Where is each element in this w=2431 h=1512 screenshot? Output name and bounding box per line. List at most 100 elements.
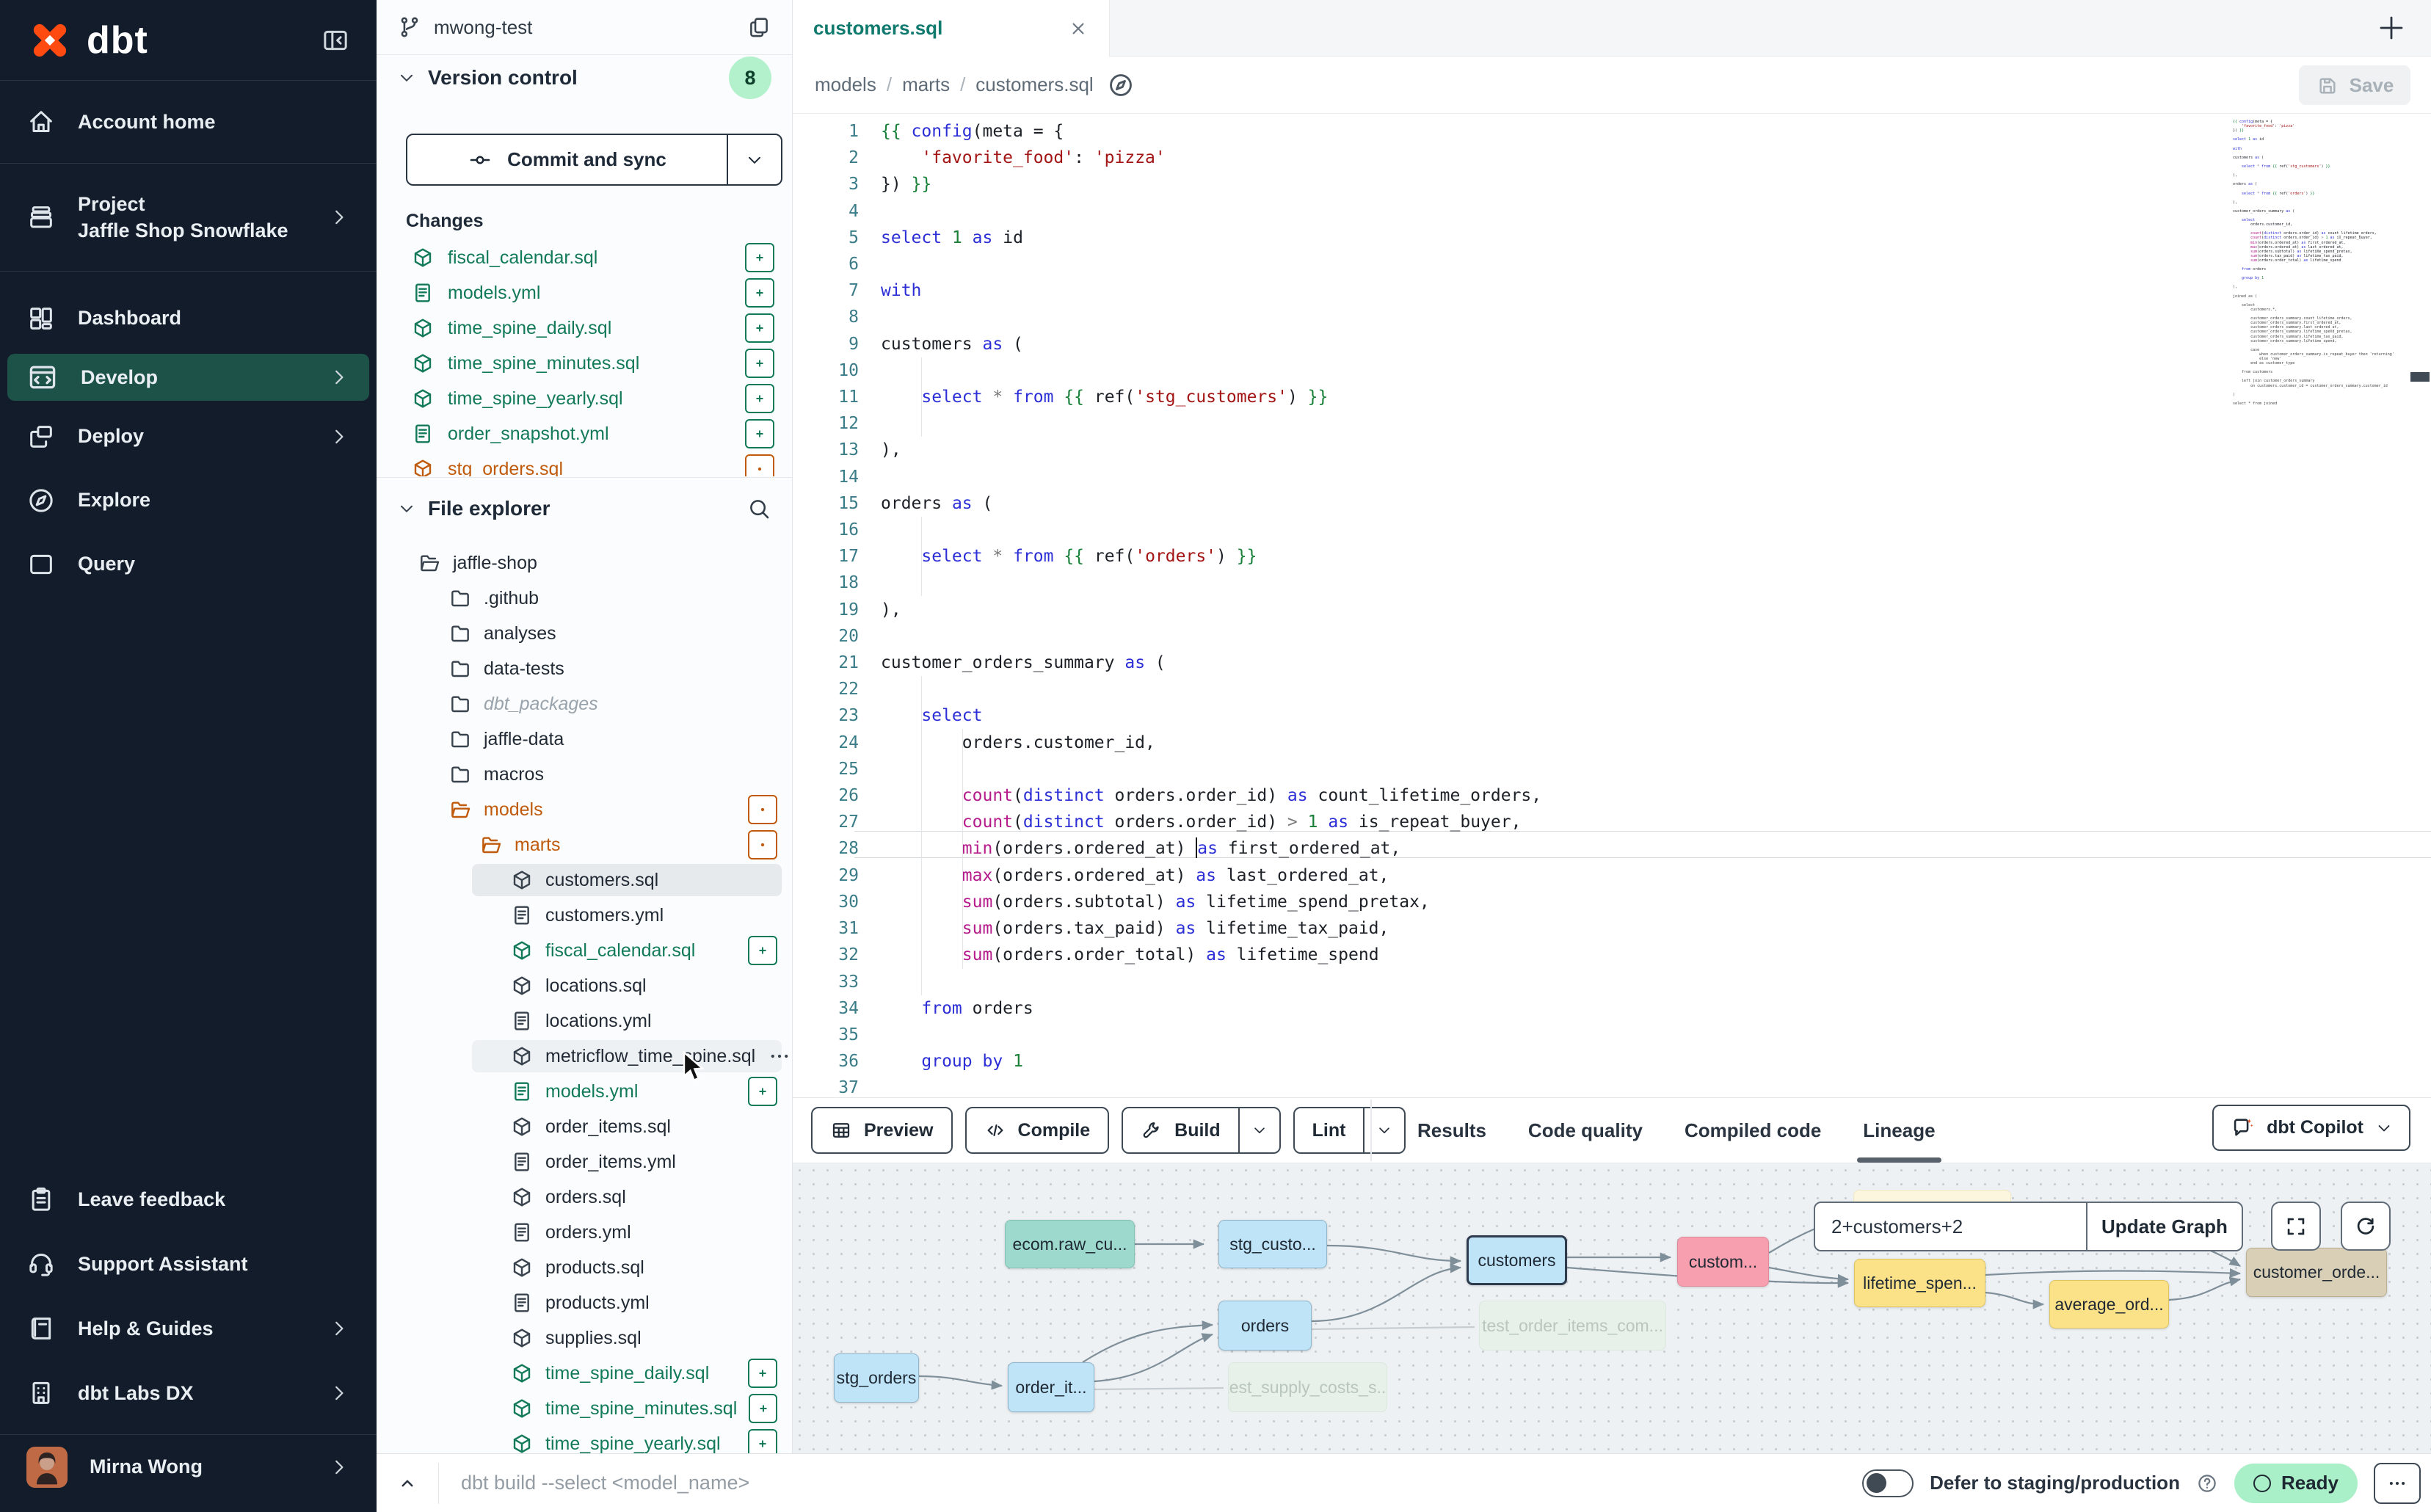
staged-dot-button[interactable] [745, 454, 774, 476]
tree-item-analyses[interactable]: analyses [377, 616, 792, 651]
stage-file-button[interactable] [745, 278, 774, 308]
collapse-file-explorer[interactable] [397, 499, 416, 518]
tree-item-order-items-yml[interactable]: order_items.yml [377, 1144, 792, 1180]
sidebar-item-leave-feedback[interactable]: Leave feedback [0, 1167, 377, 1232]
code-editor[interactable]: 1234567891011121314151617181920212223242… [793, 114, 2431, 1097]
sidebar-item-develop[interactable]: Develop [7, 354, 369, 401]
expand-command-bar-icon[interactable] [377, 1472, 438, 1494]
lineage-node-custom[interactable]: custom... [1677, 1237, 1769, 1287]
lint-dropdown[interactable] [1363, 1108, 1404, 1152]
tab-results[interactable]: Results [1417, 1098, 1486, 1163]
compass-icon[interactable] [1107, 71, 1135, 99]
change-item-fiscal-calendar-sql[interactable]: fiscal_calendar.sql [377, 240, 792, 275]
help-icon[interactable] [2196, 1472, 2218, 1494]
tree-item-fiscal-calendar-sql[interactable]: fiscal_calendar.sql [377, 933, 792, 968]
sidebar-item-project[interactable]: ProjectJaffle Shop Snowflake [0, 164, 377, 272]
tree-item-orders-sql[interactable]: orders.sql [377, 1180, 792, 1215]
sidebar-item-query[interactable]: Query [0, 532, 377, 596]
stage-file-button[interactable] [745, 313, 774, 343]
tree-item-locations-yml[interactable]: locations.yml [377, 1003, 792, 1039]
tree-item-models-yml[interactable]: models.yml [377, 1074, 792, 1109]
tab-code-quality[interactable]: Code quality [1528, 1098, 1643, 1163]
change-item-models-yml[interactable]: models.yml [377, 275, 792, 310]
collapse-version-control[interactable] [397, 68, 416, 87]
fullscreen-button[interactable] [2271, 1202, 2321, 1251]
tree-item-order-items-sql[interactable]: order_items.sql [377, 1109, 792, 1144]
tree-item-products-sql[interactable]: products.sql [377, 1250, 792, 1285]
change-item-stg-orders-sql[interactable]: stg_orders.sql [377, 451, 792, 476]
lineage-node-customers[interactable]: customers [1467, 1235, 1567, 1285]
change-item-time-spine-yearly-sql[interactable]: time_spine_yearly.sql [377, 381, 792, 416]
tree-item-supplies-sql[interactable]: supplies.sql [377, 1320, 792, 1356]
build-button[interactable]: Build [1122, 1107, 1281, 1154]
lineage-search-input[interactable]: 2+customers+2 [1815, 1203, 2086, 1250]
lineage-node-average-ord[interactable]: average_ord... [2049, 1280, 2169, 1329]
stage-file-button[interactable] [745, 384, 774, 413]
commit-and-sync-button[interactable]: Commit and sync [406, 134, 782, 186]
dbt-copilot-button[interactable]: dbt Copilot [2212, 1105, 2410, 1151]
status-badge[interactable]: Ready [2234, 1464, 2358, 1503]
changed-dot-button[interactable] [748, 795, 777, 824]
more-options-button[interactable] [2374, 1463, 2421, 1504]
stage-file-button[interactable] [749, 1394, 777, 1423]
stage-file-button[interactable] [748, 1077, 777, 1106]
tree-item-time-spine-minutes-sql[interactable]: time_spine_minutes.sql [377, 1391, 792, 1426]
lineage-node-lifetime-spen[interactable]: lifetime_spen... [1854, 1259, 1985, 1307]
tree-item-orders-yml[interactable]: orders.yml [377, 1215, 792, 1250]
breadcrumb-models[interactable]: models [815, 73, 876, 96]
stage-file-button[interactable] [745, 419, 774, 448]
sidebar-item-support-assistant[interactable]: Support Assistant [0, 1232, 377, 1296]
stage-file-button[interactable] [748, 1359, 777, 1388]
tab-lineage[interactable]: Lineage [1863, 1098, 1935, 1163]
lineage-node-orders[interactable]: orders [1218, 1301, 1312, 1351]
sidebar-item-explore[interactable]: Explore [0, 468, 377, 532]
build-dropdown[interactable] [1238, 1108, 1279, 1152]
tree-item-macros[interactable]: macros [377, 757, 792, 792]
minimap[interactable]: {{ config(meta = { 'favorite_food': 'piz… [2233, 120, 2394, 406]
copy-branch-button[interactable] [746, 15, 771, 40]
close-tab-icon[interactable] [1068, 18, 1089, 39]
refresh-graph-button[interactable] [2341, 1202, 2391, 1251]
sidebar-item-help-guides[interactable]: Help & Guides [0, 1296, 377, 1361]
tree-item-metricflow-time-spine-sql[interactable]: metricflow_time_spine.sql [377, 1039, 792, 1074]
tree-item-dbt-packages[interactable]: dbt_packages [377, 686, 792, 722]
commit-options-dropdown[interactable] [727, 135, 781, 184]
file-options-button[interactable] [767, 1044, 792, 1069]
stage-file-button[interactable] [748, 1429, 777, 1453]
code-content[interactable]: {{ config(meta = { 'favorite_food': 'piz… [881, 118, 2225, 1097]
breadcrumb-marts[interactable]: marts [902, 73, 950, 96]
tree-item-products-yml[interactable]: products.yml [377, 1285, 792, 1320]
lineage-node-stg-orders[interactable]: stg_orders [834, 1353, 919, 1403]
tree-item-locations-sql[interactable]: locations.sql [377, 968, 792, 1003]
tree-item-data-tests[interactable]: data-tests [377, 651, 792, 686]
lineage-canvas[interactable]: count_lifetim... ecom.raw_cu...stg_custo… [793, 1163, 2431, 1453]
change-item-order-snapshot-yml[interactable]: order_snapshot.yml [377, 416, 792, 451]
lineage-node-customer-orde[interactable]: customer_orde... [2246, 1248, 2387, 1297]
collapse-sidebar-icon[interactable] [321, 26, 350, 55]
sidebar-item-dashboard[interactable]: Dashboard [0, 286, 377, 350]
tree-item-models[interactable]: models [377, 792, 792, 827]
new-tab-button[interactable] [2368, 4, 2415, 51]
tree-item-customers-sql[interactable]: customers.sql [377, 862, 792, 898]
dbt-command-input[interactable]: dbt build --select <model_name> [439, 1472, 1862, 1494]
change-item-time-spine-minutes-sql[interactable]: time_spine_minutes.sql [377, 346, 792, 381]
change-item-time-spine-daily-sql[interactable]: time_spine_daily.sql [377, 310, 792, 346]
sidebar-item-account-home[interactable]: Account home [0, 81, 377, 164]
changed-dot-button[interactable] [748, 830, 777, 859]
scrollbar-mark[interactable] [2410, 372, 2430, 382]
tree-item-customers-yml[interactable]: customers.yml [377, 898, 792, 933]
lineage-node-stg-custo[interactable]: stg_custo... [1218, 1220, 1327, 1268]
search-icon[interactable] [746, 496, 771, 521]
sidebar-item-dbt-labs-dx[interactable]: dbt Labs DX [0, 1361, 377, 1425]
sidebar-item-deploy[interactable]: Deploy [0, 404, 377, 468]
tab-customers-sql[interactable]: customers.sql [793, 0, 1110, 57]
lint-button[interactable]: Lint [1293, 1107, 1406, 1154]
tree-item-marts[interactable]: marts [377, 827, 792, 862]
tab-compiled-code[interactable]: Compiled code [1685, 1098, 1821, 1163]
lineage-node-test-supply-costs-s[interactable]: test_supply_costs_s... [1228, 1362, 1387, 1412]
tree-item-jaffle-data[interactable]: jaffle-data [377, 722, 792, 757]
compile-button[interactable]: Compile [965, 1107, 1110, 1154]
lineage-node-test-order-items-com[interactable]: test_order_items_com... [1479, 1301, 1666, 1351]
defer-toggle[interactable] [1862, 1469, 1914, 1497]
lineage-node-order-it[interactable]: order_it... [1008, 1362, 1094, 1412]
